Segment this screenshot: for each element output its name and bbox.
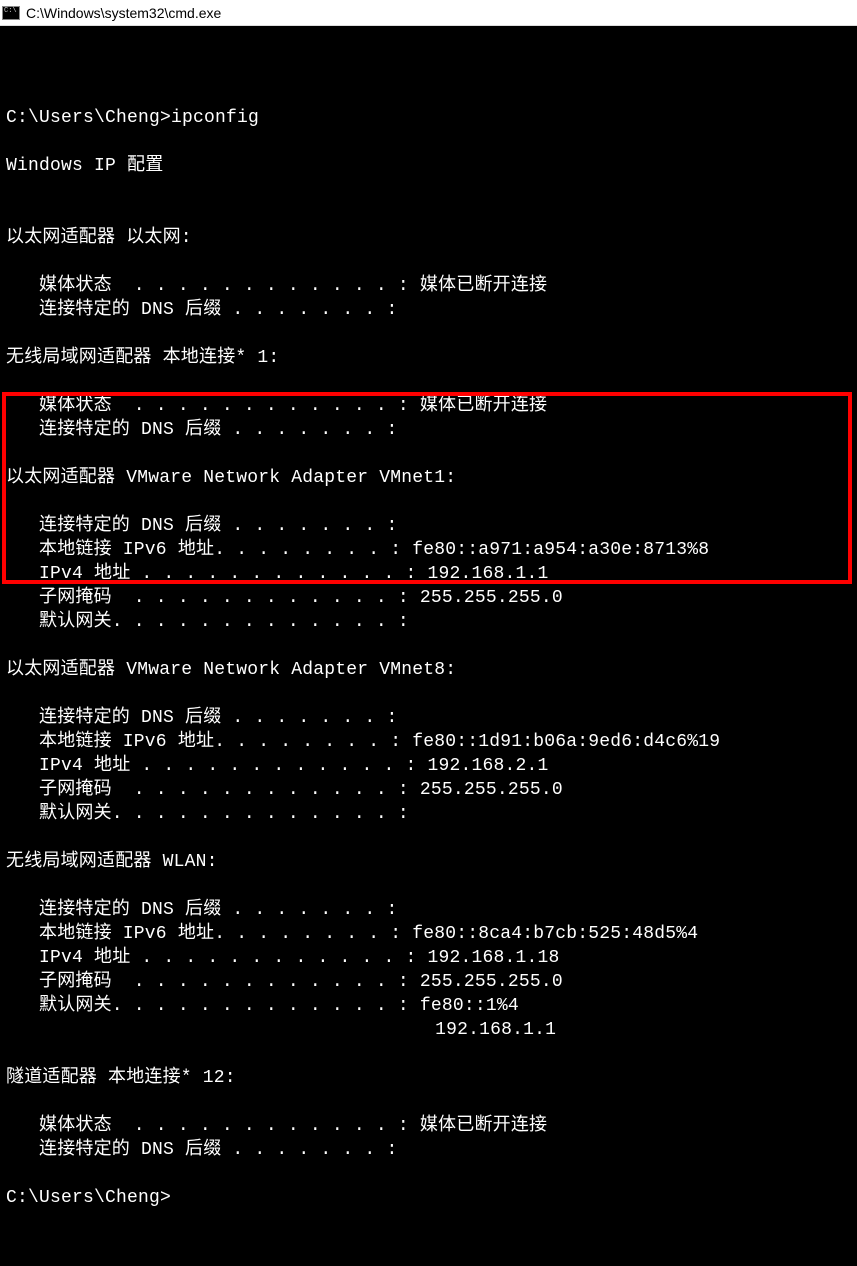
terminal-line: 192.168.1.1 — [6, 1018, 851, 1042]
terminal-line — [6, 322, 851, 346]
terminal-line: 媒体状态 . . . . . . . . . . . . : 媒体已断开连接 — [6, 394, 851, 418]
terminal-line: 本地链接 IPv6 地址. . . . . . . . : fe80::1d91… — [6, 730, 851, 754]
terminal-line: 子网掩码 . . . . . . . . . . . . : 255.255.2… — [6, 586, 851, 610]
terminal-line — [6, 178, 851, 202]
terminal-line: 连接特定的 DNS 后缀 . . . . . . . : — [6, 514, 851, 538]
terminal-line: 媒体状态 . . . . . . . . . . . . : 媒体已断开连接 — [6, 274, 851, 298]
terminal-line: 默认网关. . . . . . . . . . . . . : — [6, 610, 851, 634]
terminal-line — [6, 1090, 851, 1114]
terminal-line — [6, 130, 851, 154]
terminal-line — [6, 1042, 851, 1066]
terminal-line — [6, 874, 851, 898]
terminal-line: C:\Users\Cheng>ipconfig — [6, 106, 851, 130]
window-titlebar[interactable]: C:\Windows\system32\cmd.exe — [0, 0, 857, 26]
terminal-line: 连接特定的 DNS 后缀 . . . . . . . : — [6, 298, 851, 322]
terminal-line: 默认网关. . . . . . . . . . . . . : fe80::1%… — [6, 994, 851, 1018]
terminal-line: 媒体状态 . . . . . . . . . . . . : 媒体已断开连接 — [6, 1114, 851, 1138]
terminal-line: 以太网适配器 VMware Network Adapter VMnet8: — [6, 658, 851, 682]
terminal-output[interactable]: C:\Users\Cheng>ipconfig Windows IP 配置以太网适… — [0, 26, 857, 1266]
terminal-line: 子网掩码 . . . . . . . . . . . . : 255.255.2… — [6, 970, 851, 994]
terminal-line: 无线局域网适配器 本地连接* 1: — [6, 346, 851, 370]
terminal-line — [6, 250, 851, 274]
terminal-line: 连接特定的 DNS 后缀 . . . . . . . : — [6, 418, 851, 442]
terminal-line: 隧道适配器 本地连接* 12: — [6, 1066, 851, 1090]
terminal-line — [6, 1162, 851, 1186]
window-title: C:\Windows\system32\cmd.exe — [26, 5, 221, 21]
terminal-line: IPv4 地址 . . . . . . . . . . . . : 192.16… — [6, 946, 851, 970]
terminal-line: 无线局域网适配器 WLAN: — [6, 850, 851, 874]
terminal-line: 子网掩码 . . . . . . . . . . . . : 255.255.2… — [6, 778, 851, 802]
terminal-line: IPv4 地址 . . . . . . . . . . . . : 192.16… — [6, 754, 851, 778]
terminal-line — [6, 490, 851, 514]
terminal-line — [6, 370, 851, 394]
terminal-line — [6, 202, 851, 226]
terminal-line: C:\Users\Cheng> — [6, 1186, 851, 1210]
cmd-icon — [2, 6, 20, 20]
terminal-line — [6, 682, 851, 706]
terminal-line: 连接特定的 DNS 后缀 . . . . . . . : — [6, 898, 851, 922]
terminal-line — [6, 82, 851, 106]
terminal-line: 以太网适配器 以太网: — [6, 226, 851, 250]
terminal-line: 默认网关. . . . . . . . . . . . . : — [6, 802, 851, 826]
terminal-line: 连接特定的 DNS 后缀 . . . . . . . : — [6, 1138, 851, 1162]
terminal-line — [6, 826, 851, 850]
terminal-line: 连接特定的 DNS 后缀 . . . . . . . : — [6, 706, 851, 730]
terminal-line — [6, 442, 851, 466]
terminal-line: 本地链接 IPv6 地址. . . . . . . . : fe80::a971… — [6, 538, 851, 562]
terminal-line: IPv4 地址 . . . . . . . . . . . . : 192.16… — [6, 562, 851, 586]
terminal-line: Windows IP 配置 — [6, 154, 851, 178]
terminal-line — [6, 634, 851, 658]
terminal-line: 以太网适配器 VMware Network Adapter VMnet1: — [6, 466, 851, 490]
terminal-line: 本地链接 IPv6 地址. . . . . . . . : fe80::8ca4… — [6, 922, 851, 946]
